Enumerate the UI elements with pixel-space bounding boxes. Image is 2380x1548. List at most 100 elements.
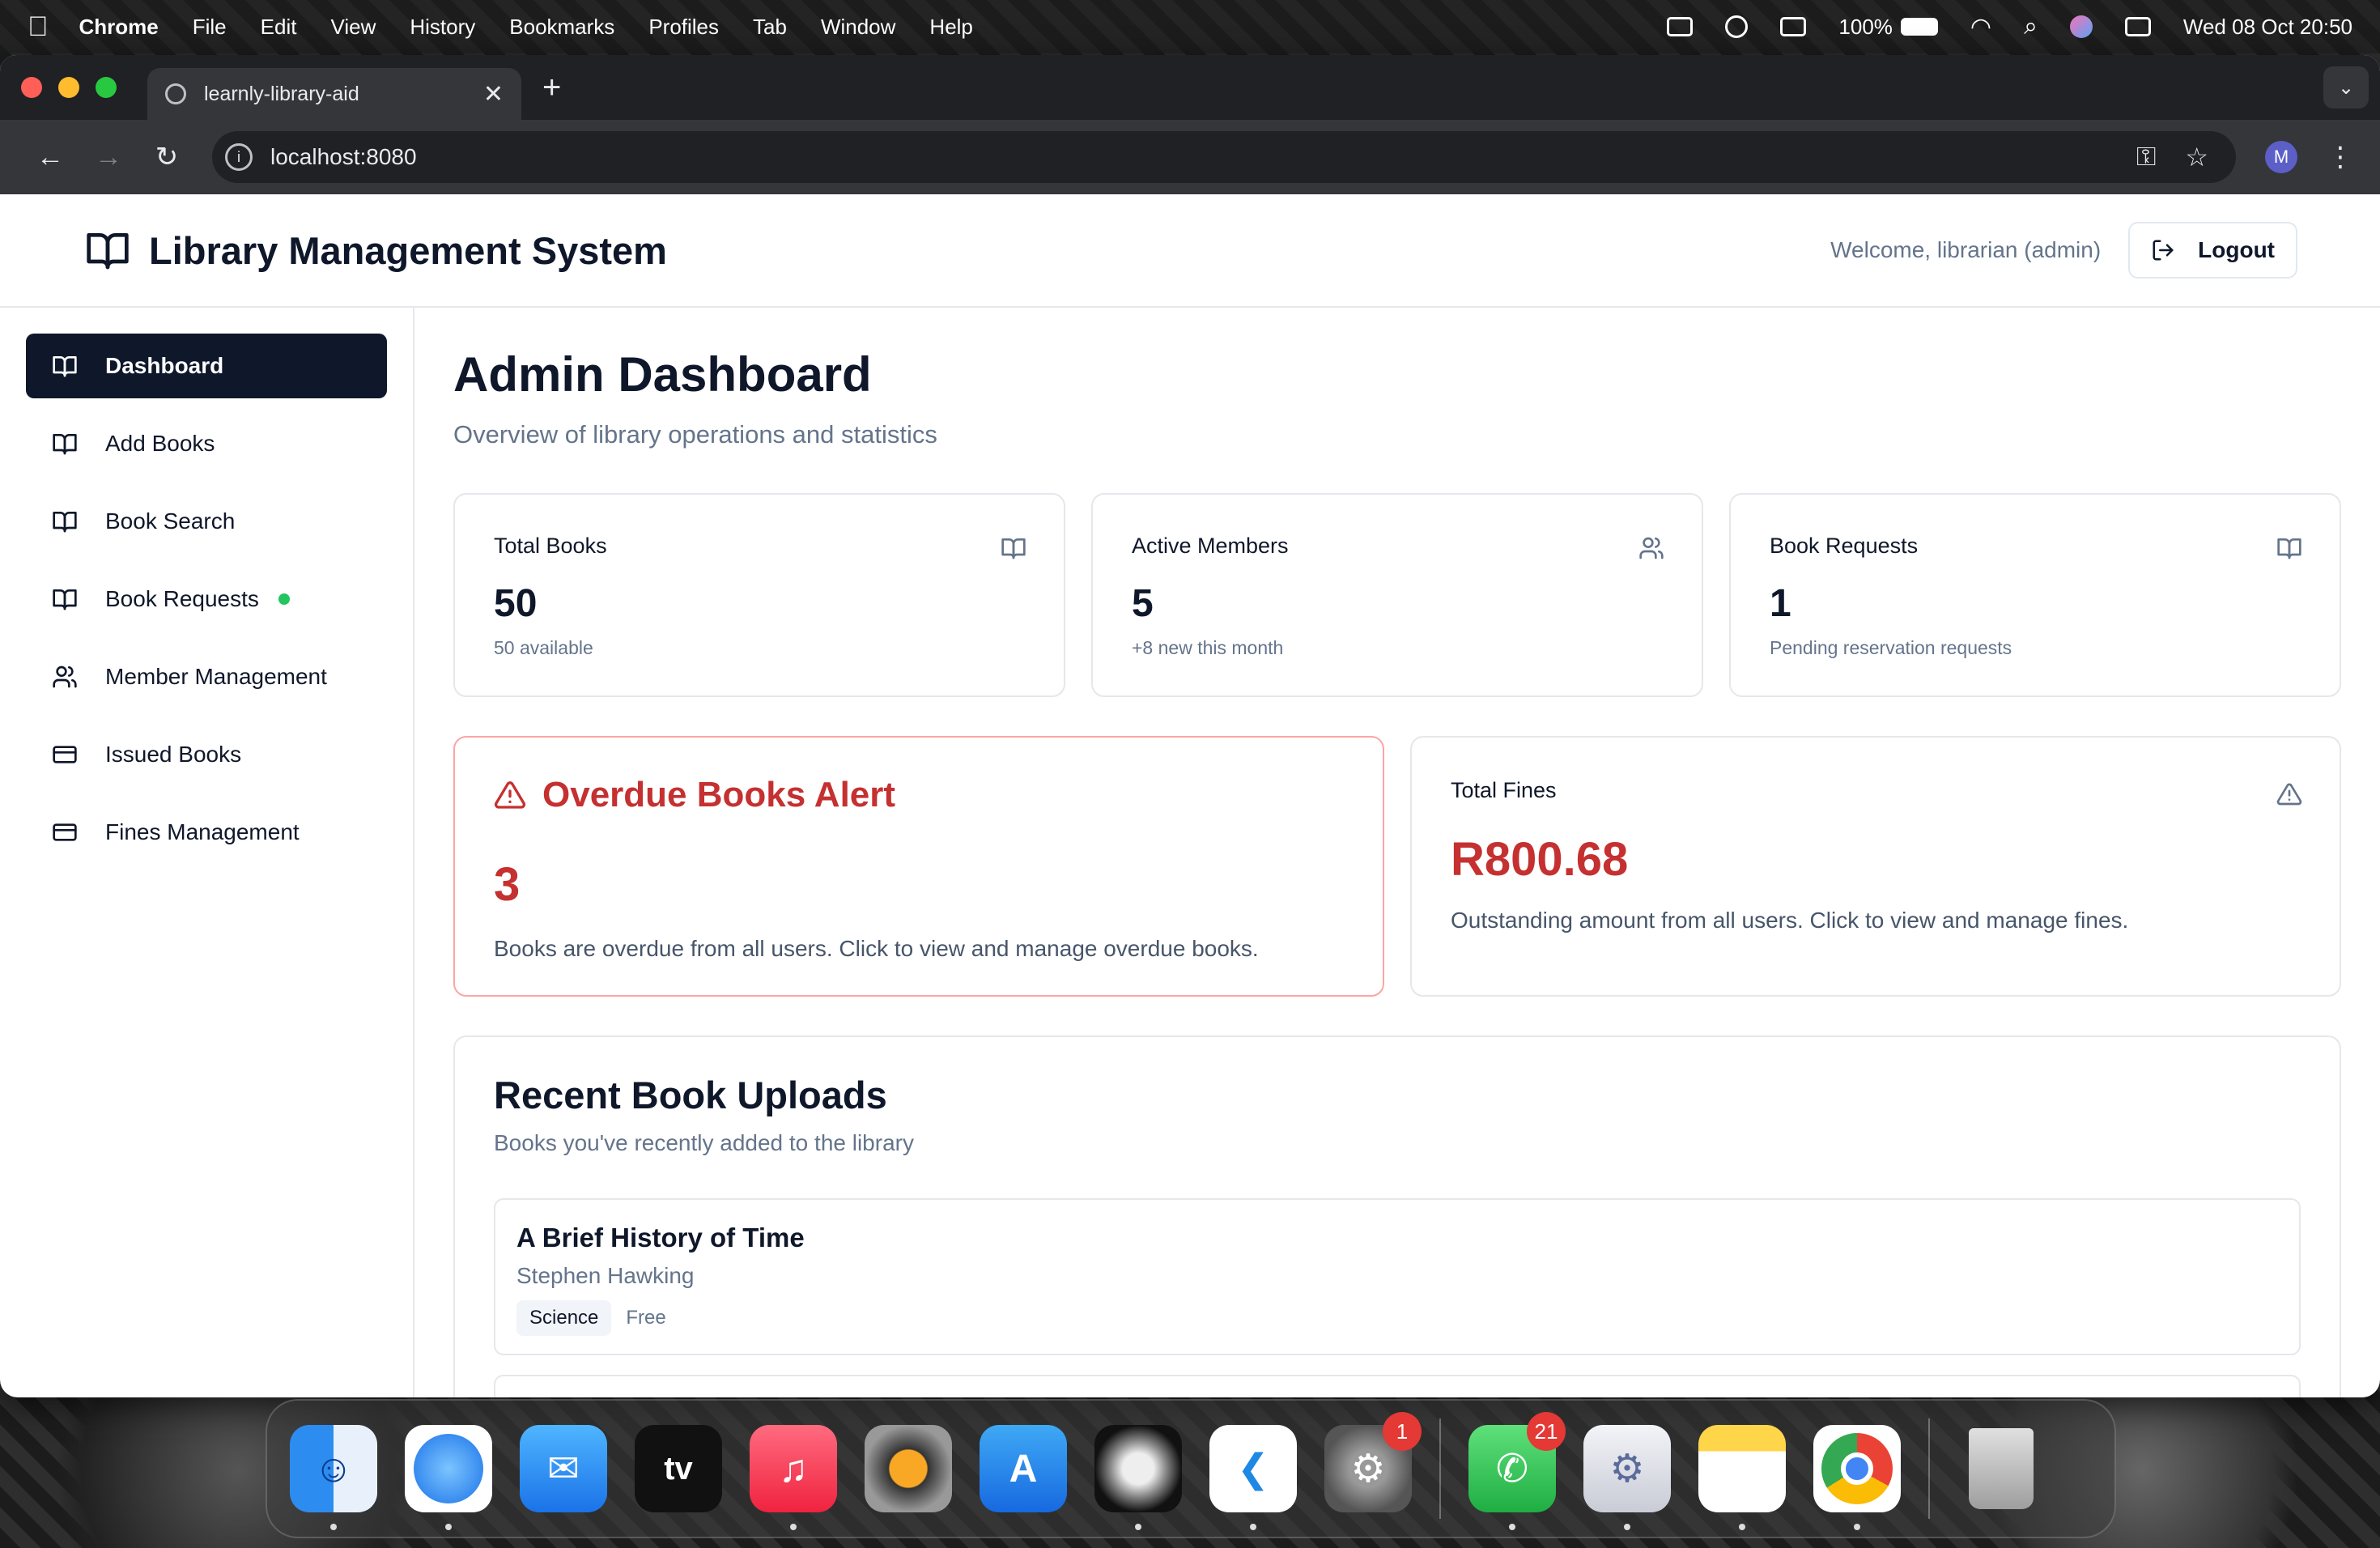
sidebar-item-book-requests[interactable]: Book Requests (26, 567, 387, 632)
fl-studio-icon[interactable] (865, 1425, 952, 1512)
stat-value: 5 (1132, 582, 1154, 625)
utility-settings-icon[interactable]: ⚙ (1583, 1425, 1671, 1530)
book-price: Free (626, 1307, 666, 1329)
site-info-icon[interactable]: i (225, 143, 253, 171)
close-window-button[interactable] (21, 77, 42, 98)
menu-app-chrome[interactable]: Chrome (79, 15, 159, 40)
running-indicator (1624, 1524, 1630, 1530)
control-center-icon[interactable] (2124, 17, 2151, 36)
vscode-icon[interactable]: ❮ (1209, 1425, 1297, 1530)
apple-icon[interactable]:  (28, 11, 49, 43)
menu-profiles[interactable]: Profiles (648, 15, 719, 40)
back-arrow-icon[interactable]: ← (21, 142, 79, 173)
running-indicator (1854, 1524, 1860, 1530)
tab-search-button[interactable]: ⌄ (2323, 66, 2369, 108)
menu-history[interactable]: History (410, 15, 475, 40)
menu-tab[interactable]: Tab (753, 15, 787, 40)
sidebar-item-member-management[interactable]: Member Management (26, 644, 387, 709)
running-indicator (1509, 1524, 1515, 1530)
book-open-icon (87, 233, 129, 270)
dock: ☺ ✉ tv ♫ A ❮ ⚙ 1 ✆ 21 ⚙ (266, 1399, 2116, 1538)
sidebar-item-add-books[interactable]: Add Books (26, 411, 387, 476)
stat-card-total-books[interactable]: Total Books 50 50 available (453, 493, 1065, 697)
running-indicator (445, 1524, 452, 1530)
menu-help[interactable]: Help (929, 15, 972, 40)
sidebar-item-fines-management[interactable]: Fines Management (26, 800, 387, 865)
clock[interactable]: Wed 08 Oct 20:50 (2183, 15, 2352, 40)
tab-active[interactable]: learnly-library-aid ✕ (147, 68, 521, 120)
stat-card-active-members[interactable]: Active Members 5 +8 new this month (1091, 493, 1703, 697)
fullscreen-window-button[interactable] (96, 77, 117, 98)
stat-value: 50 (494, 582, 538, 625)
sidebar-item-label: Member Management (105, 664, 327, 689)
profile-avatar[interactable]: M (2265, 141, 2297, 173)
menu-window[interactable]: Window (821, 15, 895, 40)
spotlight-search-icon[interactable]: ⌕ (2024, 13, 2038, 40)
sidebar: Dashboard Add Books Book Search Book Req… (0, 308, 414, 1397)
card-icon (53, 746, 77, 763)
stat-card-book-requests[interactable]: Book Requests 1 Pending reservation requ… (1729, 493, 2341, 697)
close-tab-icon[interactable]: ✕ (483, 80, 504, 108)
minimize-window-button[interactable] (58, 77, 79, 98)
sidebar-item-dashboard[interactable]: Dashboard (26, 334, 387, 398)
password-key-icon[interactable]: ⚿ (2136, 142, 2156, 172)
play-tray-icon[interactable] (1725, 15, 1749, 38)
keyboard-tray-icon[interactable] (1667, 17, 1694, 36)
bookmark-star-icon[interactable]: ☆ (2185, 142, 2208, 172)
menu-file[interactable]: File (193, 15, 227, 40)
recent-uploads-title: Recent Book Uploads (494, 1074, 887, 1116)
sidebar-item-book-search[interactable]: Book Search (26, 489, 387, 554)
trash-icon[interactable] (1957, 1425, 2045, 1512)
tv-icon[interactable]: tv (635, 1425, 722, 1512)
book-list-item[interactable]: A Brief History of Time Stephen Hawking … (494, 1198, 2301, 1355)
music-icon[interactable]: ♫ (750, 1425, 837, 1530)
menu-view[interactable]: View (330, 15, 376, 40)
logout-label: Logout (2198, 237, 2275, 262)
menu-bookmarks[interactable]: Bookmarks (509, 15, 614, 40)
book-list-item[interactable] (494, 1375, 2301, 1397)
menu-edit[interactable]: Edit (261, 15, 297, 40)
sidebar-item-issued-books[interactable]: Issued Books (26, 722, 387, 787)
notes-icon[interactable] (1698, 1425, 1786, 1530)
globe-icon (165, 83, 186, 104)
header-actions: Welcome, librarian (admin) Logout (1830, 222, 2297, 279)
whatsapp-icon[interactable]: ✆ 21 (1468, 1412, 1566, 1530)
browser-menu-icon[interactable]: ⋮ (2327, 141, 2354, 173)
recent-uploads-card: Recent Book Uploads Books you've recentl… (453, 1036, 2341, 1397)
overdue-alert-card[interactable]: Overdue Books Alert 3 Books are overdue … (453, 736, 1384, 997)
reload-icon[interactable]: ↻ (138, 141, 196, 173)
app-store-icon[interactable]: A (980, 1425, 1067, 1512)
chrome-icon[interactable] (1813, 1425, 1901, 1530)
book-open-icon (53, 589, 77, 610)
safari-icon[interactable] (405, 1425, 492, 1530)
logout-button[interactable]: Logout (2128, 222, 2297, 279)
mail-icon[interactable]: ✉ (520, 1425, 607, 1512)
fines-description: Outstanding amount from all users. Click… (1451, 908, 2129, 933)
logic-icon[interactable] (1094, 1425, 1182, 1530)
url-text[interactable]: localhost:8080 (270, 144, 2122, 170)
new-tab-button[interactable]: + (542, 70, 561, 106)
book-open-icon (53, 434, 77, 455)
alerts-row: Overdue Books Alert 3 Books are overdue … (453, 736, 2341, 997)
siri-icon[interactable] (2069, 15, 2093, 38)
notification-badge: 21 (1527, 1412, 1566, 1451)
category-badge: Science (516, 1300, 612, 1336)
running-indicator (1135, 1524, 1141, 1530)
system-settings-icon[interactable]: ⚙ 1 (1324, 1412, 1422, 1512)
running-indicator (790, 1524, 797, 1530)
app-header: Library Management System Welcome, libra… (0, 194, 2380, 308)
total-fines-card[interactable]: Total Fines R800.68 Outstanding amount f… (1410, 736, 2341, 997)
wifi-icon[interactable]: ◠ (1970, 13, 1991, 41)
address-bar[interactable]: i localhost:8080 ⚿ ☆ (212, 131, 2236, 183)
finder-icon[interactable]: ☺ (290, 1425, 377, 1530)
overdue-count: 3 (494, 858, 521, 911)
battery-status[interactable]: 100% (1838, 15, 1938, 40)
display-tray-icon[interactable] (1780, 17, 1807, 36)
stat-label: Active Members (1132, 534, 1289, 558)
card-icon (53, 823, 77, 841)
book-open-icon (1001, 538, 1026, 559)
forward-arrow-icon[interactable]: → (79, 142, 138, 173)
overdue-alert-label: Overdue Books Alert (542, 775, 896, 814)
book-title: A Brief History of Time (516, 1223, 805, 1252)
sidebar-item-label: Add Books (105, 431, 215, 456)
